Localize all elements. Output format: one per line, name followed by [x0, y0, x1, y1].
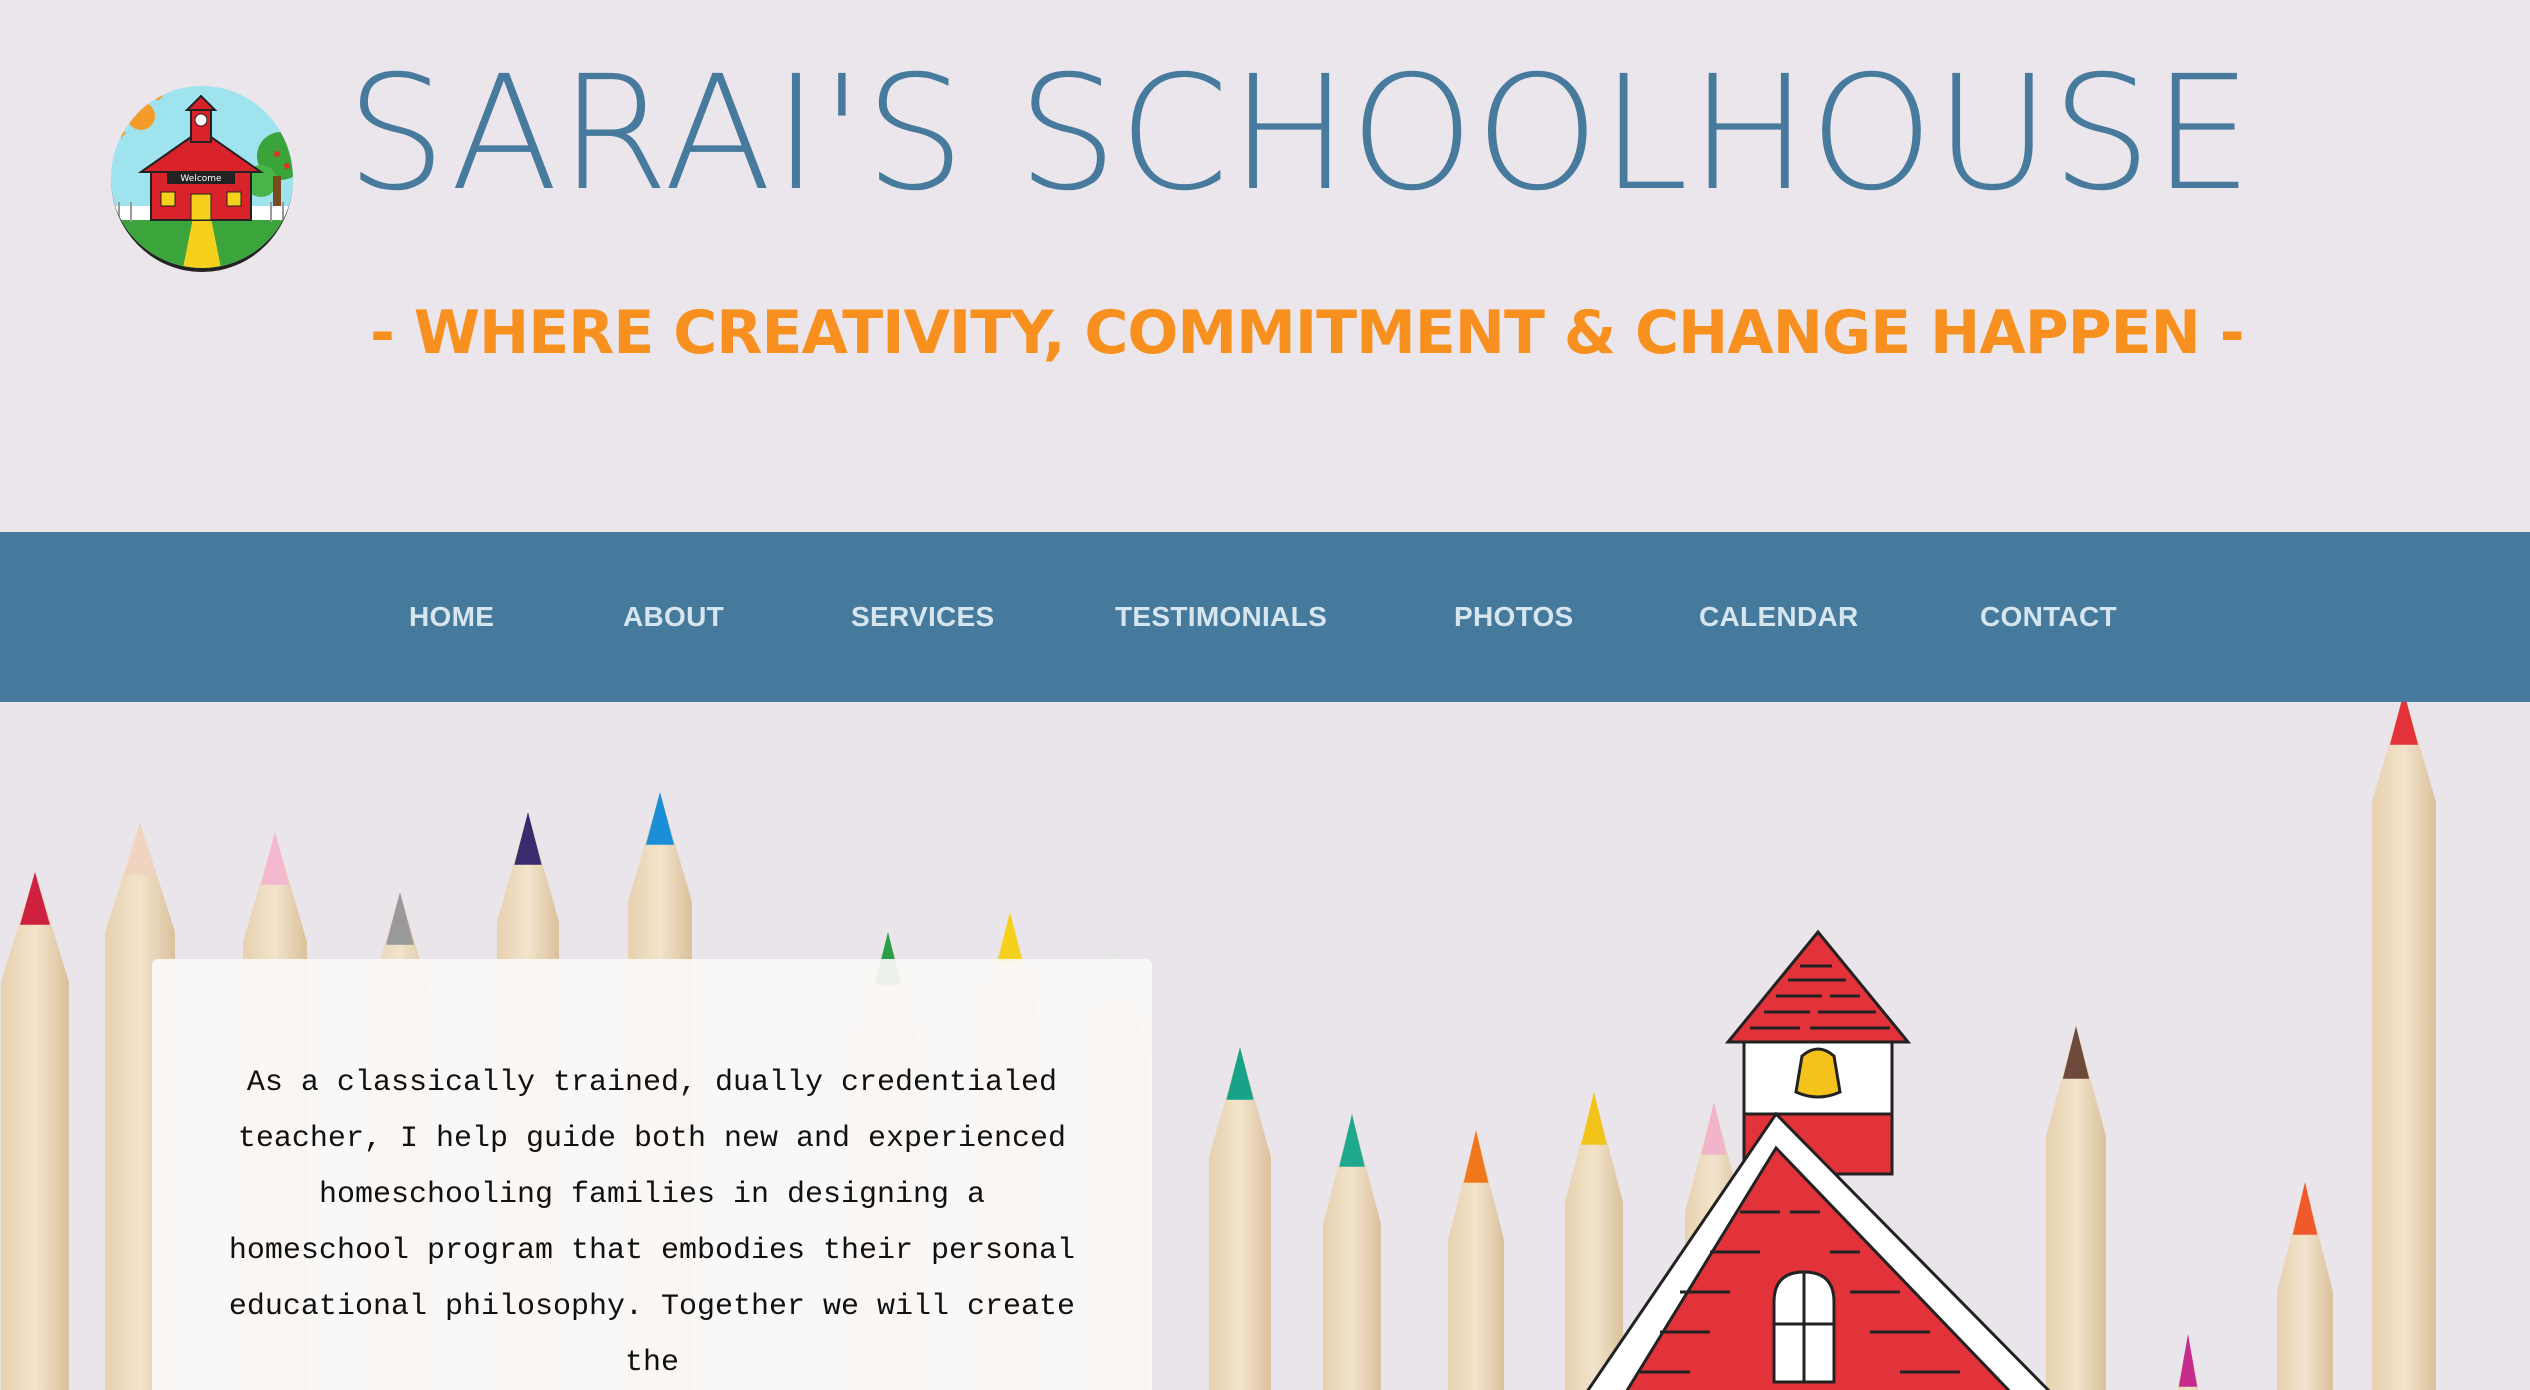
- main-navigation: HOME ABOUT SERVICES TESTIMONIALS PHOTOS …: [0, 532, 2530, 702]
- site-tagline: - WHERE CREATIVITY, COMMITMENT & CHANGE …: [370, 298, 2245, 368]
- nav-item-testimonials[interactable]: TESTIMONIALS: [1115, 532, 1327, 702]
- intro-text: As a classically trained, dually credent…: [228, 1066, 1076, 1380]
- nav-item-photos[interactable]: PHOTOS: [1454, 532, 1574, 702]
- hero-section: As a classically trained, dually credent…: [0, 702, 2530, 1390]
- schoolhouse-illustration-icon: [1586, 929, 2051, 1390]
- nav-item-services[interactable]: SERVICES: [851, 532, 995, 702]
- site-title[interactable]: SARAI'S SCHOOLHOUSE: [346, 47, 2253, 222]
- site-header: Welcome SARAI'S SCHOOLHOUSE - WHERE CREA…: [0, 0, 2530, 532]
- nav-list: HOME ABOUT SERVICES TESTIMONIALS PHOTOS …: [0, 532, 2530, 702]
- nav-item-home[interactable]: HOME: [409, 532, 494, 702]
- nav-item-contact[interactable]: CONTACT: [1980, 532, 2117, 702]
- logo-welcome-sign: Welcome: [180, 174, 222, 184]
- intro-card: As a classically trained, dually credent…: [152, 959, 1152, 1390]
- schoolhouse-logo-icon[interactable]: Welcome: [111, 86, 293, 272]
- nav-item-about[interactable]: ABOUT: [623, 532, 724, 702]
- nav-item-calendar[interactable]: CALENDAR: [1699, 532, 1859, 702]
